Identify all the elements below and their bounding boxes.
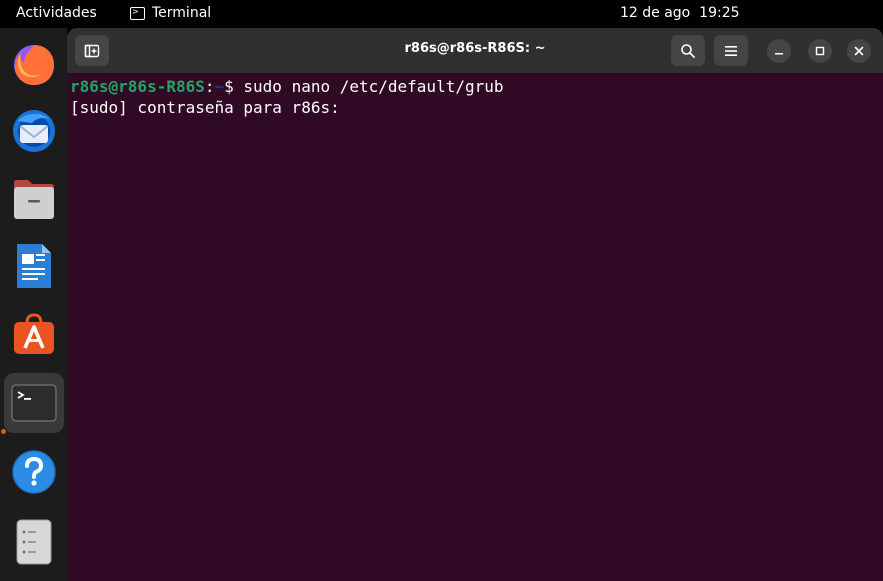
- files-icon: [14, 180, 54, 219]
- clock[interactable]: 12 de ago 19:25: [620, 5, 740, 21]
- clock-date: 12 de ago: [620, 5, 691, 21]
- dock-item-terminal[interactable]: [4, 373, 64, 433]
- writer-icon: [17, 244, 51, 288]
- window-title: r86s@r86s-R86S: ~: [404, 41, 546, 56]
- clock-time: 19:25: [699, 5, 740, 21]
- prompt-user: r86s@r86s-R86S: [70, 77, 205, 96]
- activities-button[interactable]: Actividades: [16, 5, 97, 21]
- prompt-path: ~: [214, 77, 225, 96]
- dock-item-app-center[interactable]: [4, 304, 64, 364]
- dock-item-help[interactable]: [4, 442, 64, 502]
- dock-item-firefox[interactable]: [4, 34, 64, 94]
- dock-item-thunderbird[interactable]: [4, 101, 64, 161]
- search-icon: [681, 43, 695, 58]
- terminal-line: r86s@r86s-R86S:~$ sudo nano /etc/default…: [70, 76, 504, 97]
- close-button[interactable]: [847, 39, 871, 63]
- app-center-icon: [14, 313, 54, 354]
- prompt-dollar: $: [224, 77, 244, 96]
- terminal-icon: [11, 384, 57, 422]
- hamburger-menu-icon: [725, 45, 737, 56]
- close-icon: [854, 46, 864, 56]
- terminal-window[interactable]: r86s@r86s-R86S: ~ r86s@r86s-R86S:~$ sudo…: [67, 28, 883, 581]
- help-icon: [12, 450, 56, 494]
- prompt-separator: :: [204, 77, 215, 96]
- maximize-icon: [815, 46, 825, 56]
- sudo-password-prompt: [sudo] contraseña para r86s:: [70, 98, 350, 117]
- terminal-line: [sudo] contraseña para r86s:: [70, 97, 504, 118]
- dock-item-files[interactable]: [4, 169, 64, 229]
- terminal-output[interactable]: r86s@r86s-R86S:~$ sudo nano /etc/default…: [70, 76, 504, 118]
- app-menu[interactable]: Terminal: [130, 5, 211, 21]
- dock-item-trash[interactable]: [4, 512, 64, 572]
- trash-icon: [16, 519, 52, 565]
- menu-button[interactable]: [714, 35, 748, 66]
- top-bar: Actividades Terminal 12 de ago 19:25: [0, 0, 883, 28]
- search-button[interactable]: [671, 35, 705, 66]
- dock: [0, 28, 67, 581]
- firefox-icon: [14, 45, 55, 85]
- running-indicator: [1, 429, 6, 434]
- minimize-icon: [775, 53, 783, 55]
- command-text: sudo nano /etc/default/grub: [243, 77, 504, 96]
- app-menu-label: Terminal: [152, 5, 212, 21]
- terminal-small-icon: [130, 6, 145, 20]
- maximize-button[interactable]: [808, 39, 832, 63]
- thunderbird-icon: [13, 110, 55, 152]
- dock-item-libreoffice-writer[interactable]: [4, 236, 64, 296]
- header-bar[interactable]: r86s@r86s-R86S: ~: [67, 28, 883, 73]
- minimize-button[interactable]: [767, 39, 791, 63]
